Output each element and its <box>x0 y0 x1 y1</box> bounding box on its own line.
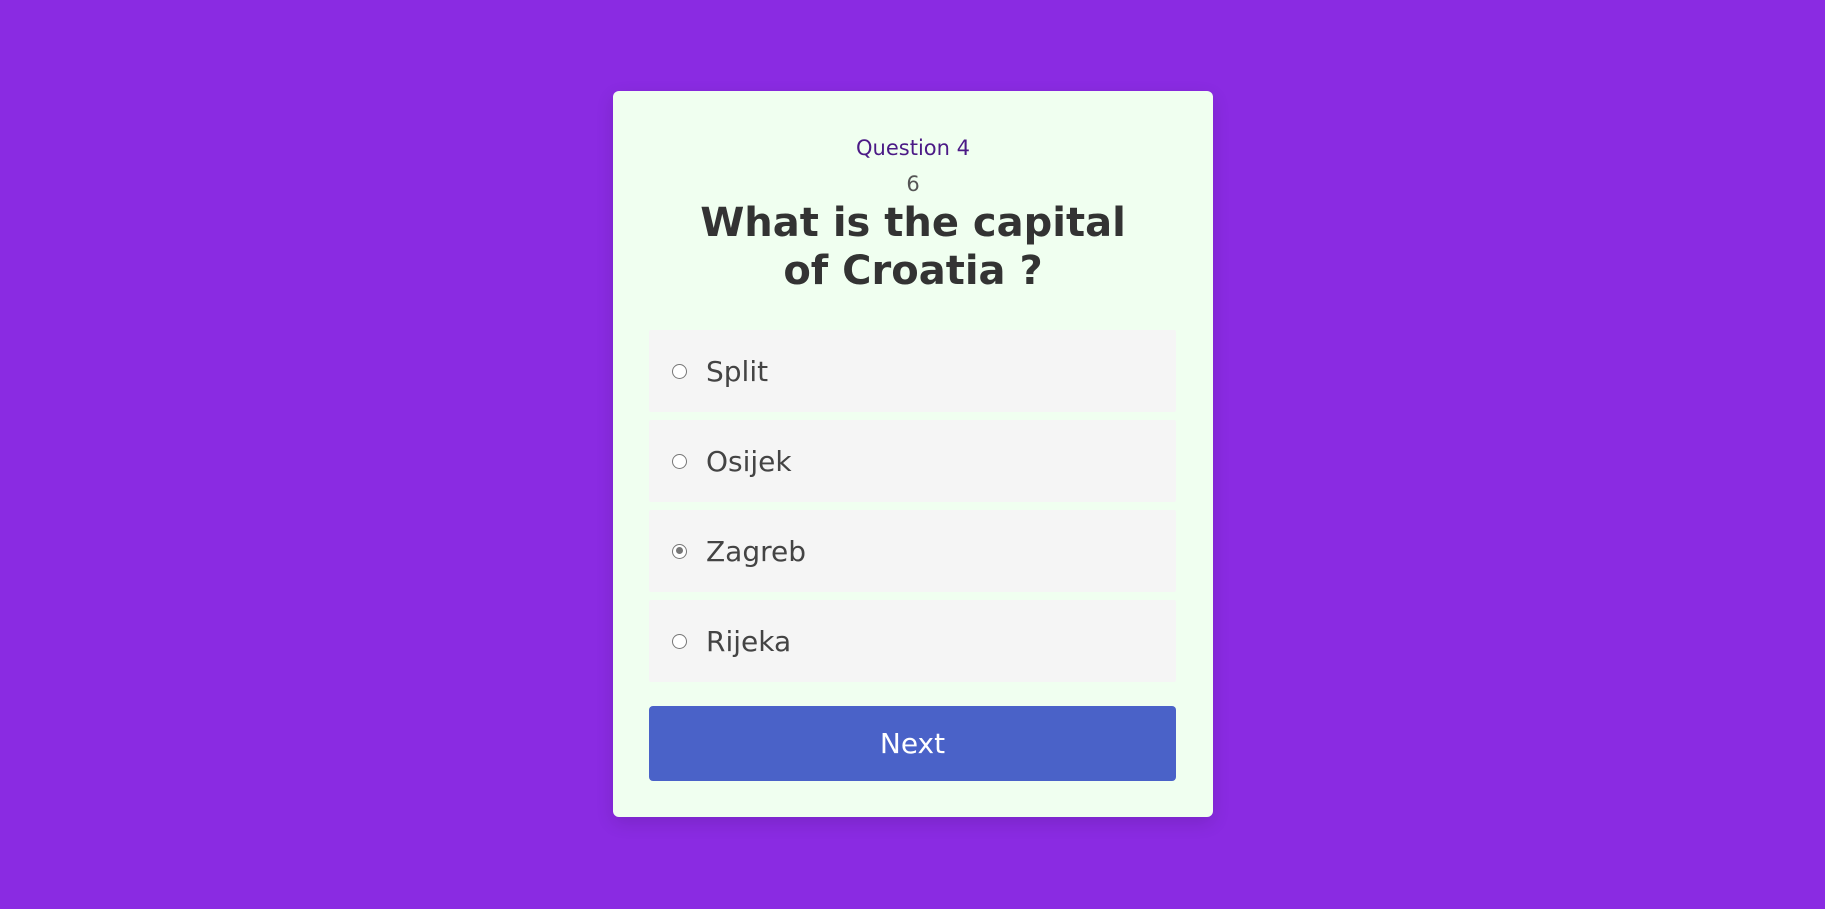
answer-option-rijeka[interactable]: Rijeka <box>649 600 1176 682</box>
radio-button[interactable] <box>672 453 687 469</box>
radio-button[interactable] <box>672 633 687 649</box>
next-button[interactable]: Next <box>649 706 1176 781</box>
answer-option-zagreb[interactable]: Zagreb <box>649 510 1176 592</box>
question-text: What is the capital of Croatia ? <box>700 200 1126 294</box>
answer-option-osijek[interactable]: Osijek <box>649 420 1176 502</box>
answer-option-split[interactable]: Split <box>649 330 1176 412</box>
quiz-card: Question 4 6 What is the capital of Croa… <box>613 91 1213 817</box>
radio-button[interactable] <box>672 543 687 559</box>
question-number: Question 4 <box>856 136 970 160</box>
score-counter: 6 <box>906 172 920 196</box>
answer-options: Split Osijek Zagreb Rijeka <box>649 330 1176 690</box>
answer-label: Zagreb <box>706 534 807 568</box>
answer-label: Split <box>706 354 769 388</box>
answer-label: Rijeka <box>706 624 792 658</box>
answer-label: Osijek <box>706 444 792 478</box>
radio-button[interactable] <box>672 363 687 379</box>
